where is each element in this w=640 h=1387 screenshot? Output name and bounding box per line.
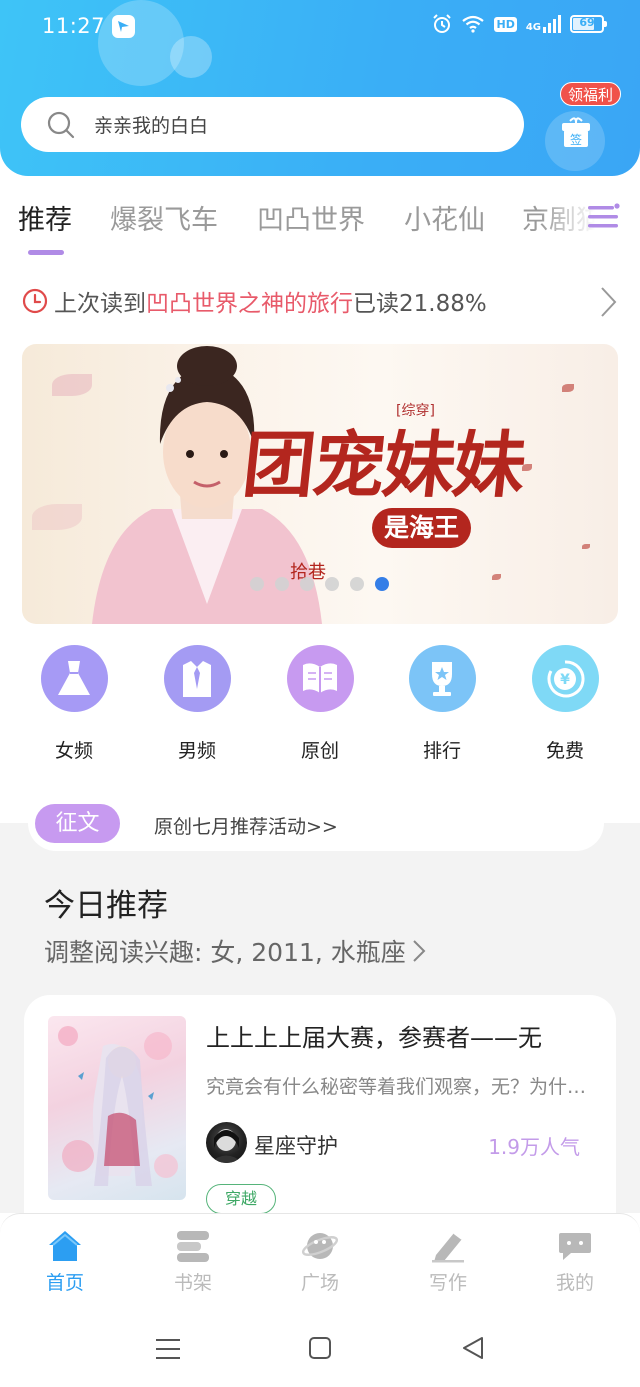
category-tabs: 推荐 爆裂飞车 凹凸世界 小花仙 京剧猫 bbox=[0, 190, 640, 260]
chevron-right-icon bbox=[413, 940, 426, 962]
nav-write[interactable]: 写作 bbox=[408, 1228, 488, 1295]
nav-plaza[interactable]: 广场 bbox=[280, 1228, 360, 1295]
reading-interest-text: 调整阅读兴趣: 女, 2011, 水瓶座 bbox=[44, 938, 406, 967]
book-icon bbox=[286, 645, 354, 712]
book-title[interactable]: 上上上上届大赛，参赛者——无 bbox=[206, 1018, 542, 1053]
last-read-prefix: 上次读到 bbox=[54, 291, 146, 317]
reading-interest-link[interactable]: 调整阅读兴趣: 女, 2011, 水瓶座 bbox=[44, 933, 426, 969]
bookshelf-icon bbox=[153, 1228, 233, 1264]
carousel-dot[interactable] bbox=[250, 577, 264, 591]
category-label: 免费 bbox=[545, 740, 584, 762]
header: 11:27 HD 4G 69 亲亲我的白白 领福利 签 bbox=[0, 0, 640, 176]
tab-menu-icon[interactable] bbox=[588, 202, 620, 232]
tab-baolie-feiche[interactable]: 爆裂飞车 bbox=[110, 198, 218, 237]
book-cover[interactable] bbox=[48, 1016, 186, 1200]
carousel-dot[interactable] bbox=[300, 577, 314, 591]
banner-carousel[interactable]: [综穿] 团宠妹妹 是海王 拾巷 bbox=[22, 344, 618, 624]
category-label: 男频 bbox=[177, 740, 216, 762]
nav-label: 广场 bbox=[300, 1272, 339, 1294]
tab-xiaohuaxian[interactable]: 小花仙 bbox=[404, 198, 485, 237]
category-label: 女频 bbox=[54, 740, 93, 762]
last-read-bar[interactable]: 上次读到 凹凸世界之神的旅行 已读21.88% bbox=[22, 283, 487, 319]
nav-label: 书架 bbox=[173, 1272, 212, 1294]
section-title: 今日推荐 bbox=[44, 888, 168, 924]
category-label: 原创 bbox=[300, 740, 339, 762]
system-navigation-bar bbox=[0, 1308, 640, 1387]
nav-home[interactable]: 首页 bbox=[25, 1228, 105, 1295]
app-notification-icon bbox=[112, 15, 135, 38]
sign-label: 签 bbox=[570, 132, 582, 147]
essay-activity-link[interactable]: 原创七月推荐活动>> bbox=[154, 812, 338, 839]
shirt-icon bbox=[163, 645, 231, 712]
home-button-icon[interactable] bbox=[309, 1337, 331, 1359]
book-description: 究竟会有什么秘密等着我们观察，无？为什么会有这么多秘密 bbox=[206, 1076, 596, 1098]
tab-aotu-shijie[interactable]: 凹凸世界 bbox=[257, 198, 365, 237]
home-icon bbox=[25, 1228, 105, 1264]
chat-bubble-icon bbox=[535, 1228, 615, 1264]
category-female[interactable]: 女频 bbox=[24, 645, 124, 763]
bottom-nav: 首页 书架 广场 写作 我的 bbox=[0, 1213, 640, 1308]
carousel-dot[interactable] bbox=[350, 577, 364, 591]
alarm-icon bbox=[433, 14, 452, 33]
category-free[interactable]: ¥ 免费 bbox=[515, 645, 615, 763]
pen-icon bbox=[408, 1228, 488, 1264]
welfare-label: 领福利 bbox=[560, 82, 622, 106]
nav-bookshelf[interactable]: 书架 bbox=[153, 1228, 233, 1295]
carousel-indicators bbox=[250, 577, 389, 591]
dress-icon bbox=[40, 645, 108, 712]
carousel-dot-active[interactable] bbox=[375, 577, 389, 591]
author-name[interactable]: 星座守护 bbox=[254, 1130, 338, 1160]
genre-tag[interactable]: 穿越 bbox=[206, 1184, 277, 1214]
banner-subtitle: 是海王 bbox=[372, 508, 472, 548]
planet-icon bbox=[280, 1228, 360, 1264]
book-cover-art bbox=[58, 1026, 178, 1186]
wifi-icon bbox=[462, 15, 485, 33]
search-icon bbox=[47, 111, 75, 138]
search-placeholder: 亲亲我的白白 bbox=[94, 115, 209, 137]
category-ranking[interactable]: 排行 bbox=[392, 645, 492, 763]
welfare-button[interactable]: 领福利 签 bbox=[545, 82, 622, 171]
author-avatar[interactable] bbox=[206, 1122, 247, 1163]
yuan-coin-icon: ¥ bbox=[531, 645, 599, 712]
nav-label: 写作 bbox=[428, 1272, 467, 1294]
hd-badge: HD bbox=[494, 16, 517, 32]
carousel-dot[interactable] bbox=[275, 577, 289, 591]
battery-icon: 69 bbox=[570, 15, 607, 33]
active-tab-indicator bbox=[28, 250, 64, 255]
last-read-progress: 已读21.88% bbox=[353, 291, 487, 317]
recent-apps-icon[interactable] bbox=[156, 1338, 180, 1360]
status-icons: HD 4G 69 bbox=[432, 14, 607, 34]
last-read-book: 凹凸世界之神的旅行 bbox=[146, 291, 353, 317]
carousel-dot[interactable] bbox=[325, 577, 339, 591]
essay-badge: 征文 bbox=[35, 804, 120, 843]
category-grid: 女频 男频 原创 排行 ¥ 免费 bbox=[0, 645, 640, 775]
signal-label: 4G bbox=[525, 22, 541, 33]
tab-recommend[interactable]: 推荐 bbox=[18, 198, 72, 237]
chevron-right-icon[interactable] bbox=[598, 286, 618, 318]
decor-bubble bbox=[98, 0, 184, 86]
category-male[interactable]: 男频 bbox=[147, 645, 247, 763]
status-time: 11:27 bbox=[42, 14, 106, 38]
signal-icon: 4G bbox=[526, 15, 561, 33]
clock-icon bbox=[22, 288, 48, 314]
popularity-count: 1.9万人气 bbox=[488, 1135, 580, 1159]
nav-label: 首页 bbox=[45, 1272, 84, 1294]
category-original[interactable]: 原创 bbox=[270, 645, 370, 763]
banner-title: 团宠妹妹 bbox=[238, 422, 528, 507]
category-label: 排行 bbox=[422, 740, 461, 762]
search-bar[interactable]: 亲亲我的白白 bbox=[21, 97, 524, 152]
trophy-icon bbox=[408, 645, 476, 712]
gift-icon: 签 bbox=[562, 117, 590, 147]
nav-label: 我的 bbox=[555, 1272, 594, 1294]
decor-bubble bbox=[170, 36, 212, 78]
nav-mine[interactable]: 我的 bbox=[535, 1228, 615, 1295]
battery-level: 69 bbox=[579, 16, 595, 29]
back-icon[interactable] bbox=[462, 1337, 484, 1359]
svg-text:¥: ¥ bbox=[560, 672, 570, 688]
